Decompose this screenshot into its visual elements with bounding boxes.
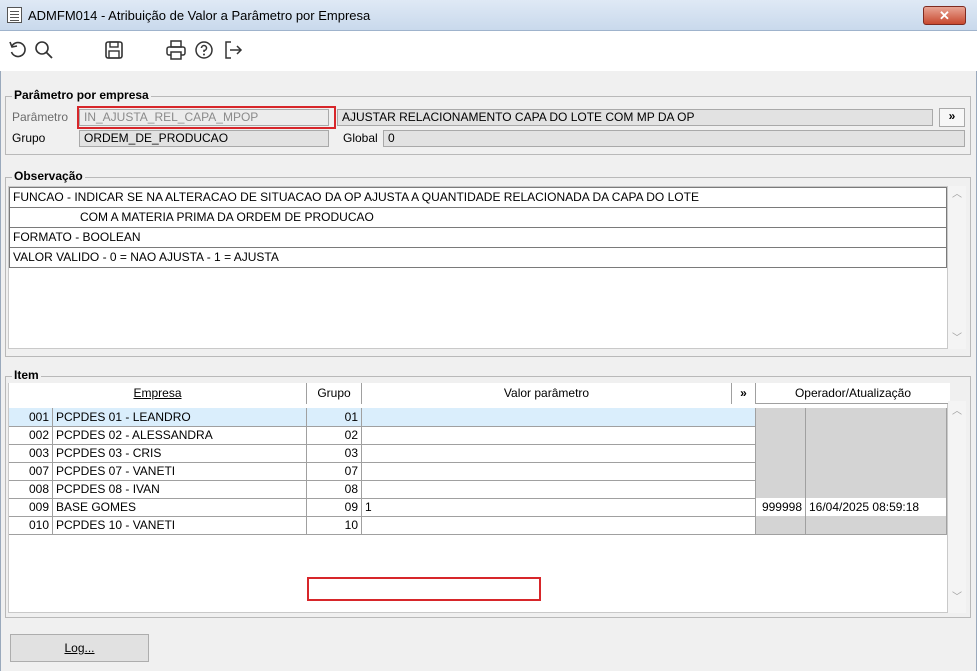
table-row[interactable]: 007 PCPDES 07 - VANETI 07 [9, 462, 949, 481]
save-icon[interactable] [103, 39, 127, 63]
exit-icon[interactable] [222, 39, 246, 63]
table-row[interactable]: 002 PCPDES 02 - ALESSANDRA 02 [9, 426, 949, 445]
cell-operador [756, 480, 806, 499]
parametro-expand-button[interactable]: » [939, 108, 965, 127]
cell-code: 008 [9, 480, 53, 499]
global-label: Global [343, 131, 378, 145]
cell-atualizacao [806, 516, 947, 535]
header-empresa[interactable]: Empresa [9, 383, 307, 404]
app-icon [7, 7, 22, 23]
print-icon[interactable] [165, 39, 189, 63]
observacao-line: FORMATO - BOOLEAN [9, 227, 947, 248]
parametro-field[interactable]: IN_AJUSTA_REL_CAPA_MPOP [79, 109, 329, 126]
observacao-group-legend: Observação [12, 169, 85, 183]
cell-empresa: PCPDES 08 - IVAN [53, 480, 307, 499]
table-row[interactable]: 009 BASE GOMES 09 1 999998 16/04/2025 08:59:1… [9, 498, 949, 517]
observacao-scrollbar[interactable]: ︿ ﹀ [948, 186, 966, 349]
cell-code: 010 [9, 516, 53, 535]
toolbar [0, 31, 977, 71]
cell-grupo: 09 [307, 498, 362, 517]
cell-valor[interactable] [362, 408, 756, 427]
scroll-up-icon[interactable]: ︿ [951, 407, 963, 417]
item-grid: Empresa Grupo Valor parâmetro » Operador… [8, 383, 950, 613]
header-valor[interactable]: Valor parâmetro [362, 383, 732, 404]
help-icon[interactable] [193, 39, 217, 63]
cell-empresa: PCPDES 10 - VANETI [53, 516, 307, 535]
observacao-line: VALOR VALIDO - 0 = NAO AJUSTA - 1 = AJUS… [9, 247, 947, 268]
close-button[interactable]: ✕ [923, 6, 966, 25]
cell-atualizacao [806, 426, 947, 445]
cell-valor[interactable]: 1 [362, 498, 756, 517]
item-scrollbar[interactable]: ︿ ﹀ [948, 401, 966, 613]
observacao-line: COM A MATERIA PRIMA DA ORDEM DE PRODUCAO [9, 207, 947, 228]
grupo-field: ORDEM_DE_PRODUCAO [79, 130, 329, 147]
grupo-label: Grupo [12, 131, 46, 145]
table-row[interactable]: 010 PCPDES 10 - VANETI 10 [9, 516, 949, 535]
cell-operador [756, 516, 806, 535]
parametro-label: Parâmetro [12, 110, 69, 124]
cell-empresa: PCPDES 07 - VANETI [53, 462, 307, 481]
table-row[interactable]: 008 PCPDES 08 - IVAN 08 [9, 480, 949, 499]
cell-grupo: 02 [307, 426, 362, 445]
observacao-textarea[interactable]: FUNCAO - INDICAR SE NA ALTERACAO DE SITU… [8, 186, 948, 349]
cell-operador [756, 444, 806, 463]
cell-empresa: BASE GOMES [53, 498, 307, 517]
cell-code: 002 [9, 426, 53, 445]
log-button-label: Log... [64, 641, 95, 655]
cell-valor[interactable] [362, 516, 756, 535]
client-area: Parâmetro por empresa Parâmetro IN_AJUST… [0, 71, 977, 671]
cell-atualizacao [806, 408, 947, 427]
refresh-icon[interactable] [7, 39, 31, 63]
log-button[interactable]: Log... [10, 634, 149, 662]
cell-operador: 999998 [756, 498, 806, 517]
header-grupo[interactable]: Grupo [307, 383, 362, 404]
scroll-down-icon[interactable]: ﹀ [951, 334, 963, 344]
cell-valor[interactable] [362, 444, 756, 463]
search-icon[interactable] [33, 39, 57, 63]
cell-valor[interactable] [362, 462, 756, 481]
cell-atualizacao [806, 480, 947, 499]
cell-valor[interactable] [362, 426, 756, 445]
cell-valor[interactable] [362, 480, 756, 499]
cell-atualizacao [806, 444, 947, 463]
header-empresa-label: Empresa [133, 386, 182, 400]
title-bar: ADMFM014 - Atribuição de Valor a Parâmet… [0, 0, 977, 31]
cell-atualizacao [806, 462, 947, 481]
cell-empresa: PCPDES 03 - CRIS [53, 444, 307, 463]
cell-code: 007 [9, 462, 53, 481]
highlight-box [307, 577, 541, 601]
cell-code: 001 [9, 408, 53, 427]
cell-grupo: 07 [307, 462, 362, 481]
global-field: 0 [383, 130, 965, 147]
cell-code: 009 [9, 498, 53, 517]
header-divider [756, 383, 950, 404]
cell-atualizacao: 16/04/2025 08:59:18 [806, 498, 947, 517]
observacao-line: FUNCAO - INDICAR SE NA ALTERACAO DE SITU… [9, 187, 947, 208]
cell-grupo: 08 [307, 480, 362, 499]
header-expand-button[interactable]: » [732, 383, 756, 404]
parametro-description-field: AJUSTAR RELACIONAMENTO CAPA DO LOTE COM … [337, 109, 933, 126]
cell-empresa: PCPDES 02 - ALESSANDRA [53, 426, 307, 445]
table-row[interactable]: 001 PCPDES 01 - LEANDRO 01 [9, 408, 949, 427]
cell-grupo: 03 [307, 444, 362, 463]
cell-grupo: 10 [307, 516, 362, 535]
cell-operador [756, 462, 806, 481]
window-title: ADMFM014 - Atribuição de Valor a Parâmet… [28, 8, 371, 23]
cell-operador [756, 408, 806, 427]
cell-grupo: 01 [307, 408, 362, 427]
scroll-down-icon[interactable]: ﹀ [951, 593, 963, 603]
cell-code: 003 [9, 444, 53, 463]
cell-operador [756, 426, 806, 445]
item-group-legend: Item [12, 368, 41, 382]
parametro-group: Parâmetro por empresa Parâmetro IN_AJUST… [5, 88, 971, 155]
parametro-group-legend: Parâmetro por empresa [12, 88, 151, 102]
table-row[interactable]: 003 PCPDES 03 - CRIS 03 [9, 444, 949, 463]
scroll-up-icon[interactable]: ︿ [951, 190, 963, 200]
cell-empresa: PCPDES 01 - LEANDRO [53, 408, 307, 427]
